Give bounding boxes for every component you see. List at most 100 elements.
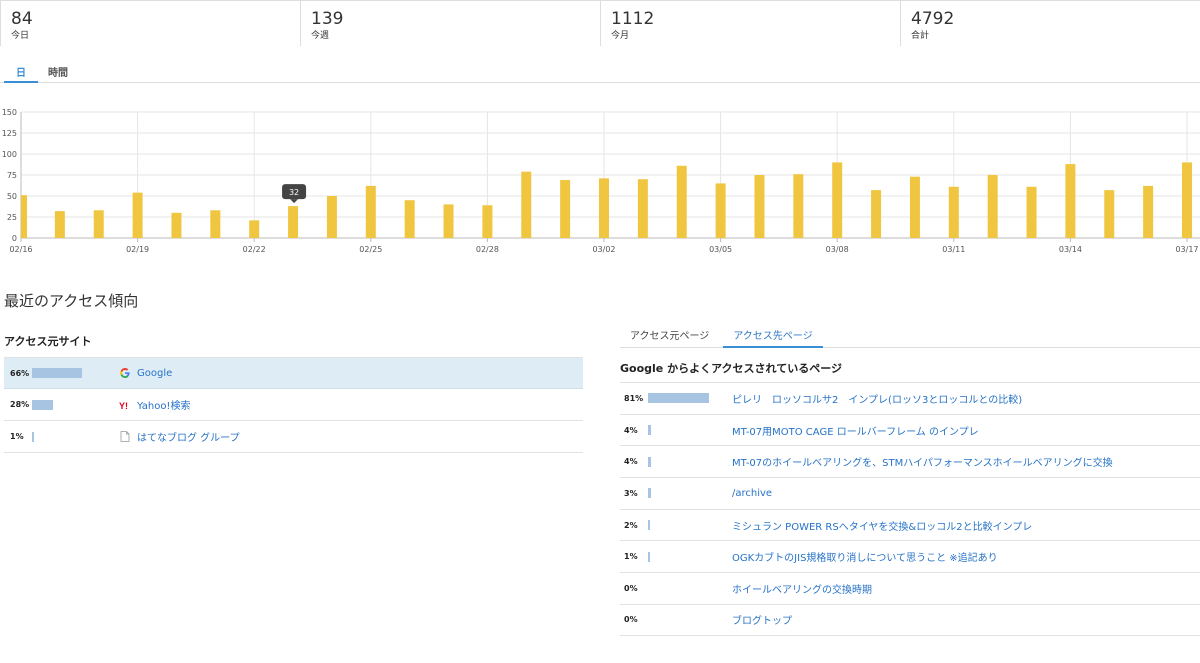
tab-destination-pages[interactable]: アクセス先ページ [723,322,823,348]
x-tick-label: 03/14 [1059,245,1082,254]
page-link[interactable]: OGKカブトのJIS規格取り消しについて思うこと ※追記あり [732,549,998,564]
x-tick-label: 03/02 [592,245,615,254]
page-row[interactable]: 0% ホイールベアリングの交換時期 [620,572,1200,604]
stat-value: 84 [11,9,33,29]
referrer-bar [32,399,112,410]
stat-today: 84 今日 [0,1,300,46]
page-row[interactable]: 4% MT-07のホイールベアリングを、STMハイパフォーマンスホイールベアリング… [620,445,1200,477]
chart-bar [1065,164,1076,238]
chart-tooltip-arrow [290,199,299,204]
chart-bar [365,185,376,238]
page-bar [648,425,732,436]
x-tick-label: 02/16 [9,245,32,254]
page-link[interactable]: MT-07用MOTO CAGE ロールバーフレーム のインプレ [732,423,979,438]
referrer-row-google[interactable]: 66% Google [4,357,583,389]
page-link[interactable]: ホイールベアリングの交換時期 [732,581,872,596]
access-chart-svg: 0 25 50 75 100 125 150 02/16 02/19 02/22 02/25 02/2… [2,108,1200,254]
x-tick-label: 02/22 [243,245,266,254]
page-row[interactable]: 4% MT-07用MOTO CAGE ロールバーフレーム のインプレ [620,413,1200,446]
x-tick-label: 02/19 [126,245,149,254]
chart-bar [832,162,843,238]
page-bar-fill [648,551,650,562]
chart-bar [404,200,415,238]
page-row[interactable]: 3% /archive [620,477,1200,509]
page-bar-fill [648,456,651,467]
chart-bar [93,210,104,238]
stat-week: 139 今週 [300,1,600,46]
chart-bar [1143,185,1154,238]
referrer-link[interactable]: はてなブログ グループ [137,429,240,444]
stat-label: 今週 [311,31,330,41]
period-tabs: 日 時間 [0,60,1200,83]
x-tick-label: 03/08 [826,245,849,254]
chart-bar [54,211,65,238]
page-pct: 3% [624,488,638,498]
page-row[interactable]: 1% OGKカブトのJIS規格取り消しについて思うこと ※追記あり [620,540,1200,572]
page-row[interactable]: 2% ミシュラン POWER RSへタイヤを交換&ロッコル2と比較インプレ [620,508,1200,541]
page-bar [648,520,732,531]
chart-bar [909,176,920,238]
stat-month: 1112 今月 [600,1,900,46]
chart-bar [793,174,804,238]
tab-source-pages[interactable]: アクセス元ページ [620,322,719,348]
referrer-pct: 66% [10,368,30,378]
page-link[interactable]: /archive [732,488,772,499]
yahoo-icon: Y! [119,399,131,411]
page-bar-fill [648,425,651,436]
stat-label: 今日 [11,31,30,41]
chart-bar [482,205,493,238]
referrer-label-wrap: Y! Yahoo!検索 [115,397,190,413]
chart-bar [637,179,648,238]
referrer-link[interactable]: Yahoo!検索 [137,397,190,412]
google-icon [119,367,131,379]
referrers-title: アクセス元サイト [4,335,92,348]
chart-bar [560,180,571,238]
y-tick-label: 100 [2,150,17,159]
tab-hour[interactable]: 時間 [38,60,78,83]
page-pct: 2% [624,520,638,530]
y-tick-label: 50 [7,192,17,201]
referrer-row-yahoo[interactable]: 28% Y! Yahoo!検索 [4,389,583,421]
chart-bar [871,190,882,238]
page-pct: 0% [624,583,638,593]
page-link[interactable]: ミシュラン POWER RSへタイヤを交換&ロッコル2と比較インプレ [732,518,1032,533]
page-bar-fill [648,488,651,499]
chart-bar [249,220,260,238]
stat-total: 4792 合計 [900,1,1200,46]
page-row[interactable]: 0% ブログトップ [620,603,1200,636]
pages-title: Google からよくアクセスされているページ [620,362,842,375]
referrer-row-hatena[interactable]: 1% はてなブログ グループ [4,421,583,453]
x-tick-label: 03/17 [1175,245,1198,254]
page-row[interactable]: 81% ピレリ ロッソコルサ2 インプレ(ロッソ3とロッコルとの比較) [620,382,1200,414]
chart-bar [210,210,221,238]
chart-bar [443,204,454,238]
page-link[interactable]: ピレリ ロッソコルサ2 インプレ(ロッソ3とロッコルとの比較) [732,391,1022,406]
chart-bar [132,192,143,238]
chart-bar [754,175,765,238]
chart-bar [521,171,532,238]
page-pct: 1% [624,552,638,562]
referrer-pct: 28% [10,400,30,409]
chart-bar [1026,186,1037,238]
page-bar [648,551,732,562]
page-link[interactable]: MT-07のホイールベアリングを、STMハイパフォーマンスホイールベアリングに交… [732,454,1113,469]
chart-tooltip-label: 32 [289,188,299,197]
y-tick-label: 125 [2,129,17,138]
chart-bar [987,175,998,238]
page-bar-fill [648,393,709,404]
y-tick-label: 75 [7,171,17,180]
stat-value: 139 [311,9,344,29]
tab-day[interactable]: 日 [4,60,38,83]
page-link[interactable]: ブログトップ [732,612,792,627]
chart-bar [599,178,609,238]
referrer-link[interactable]: Google [137,368,172,379]
chart-bar [171,212,182,238]
x-tick-label: 02/28 [476,245,499,254]
referrer-label-wrap: Google [115,367,172,379]
y-tick-label: 25 [7,213,17,222]
chart-bar [21,195,27,238]
document-icon [119,431,131,443]
stat-value: 1112 [611,9,655,29]
page-list: 81% ピレリ ロッソコルサ2 インプレ(ロッソ3とロッコルとの比較) 4% MT-0… [620,382,1200,636]
referrer-bar-fill [32,399,53,410]
